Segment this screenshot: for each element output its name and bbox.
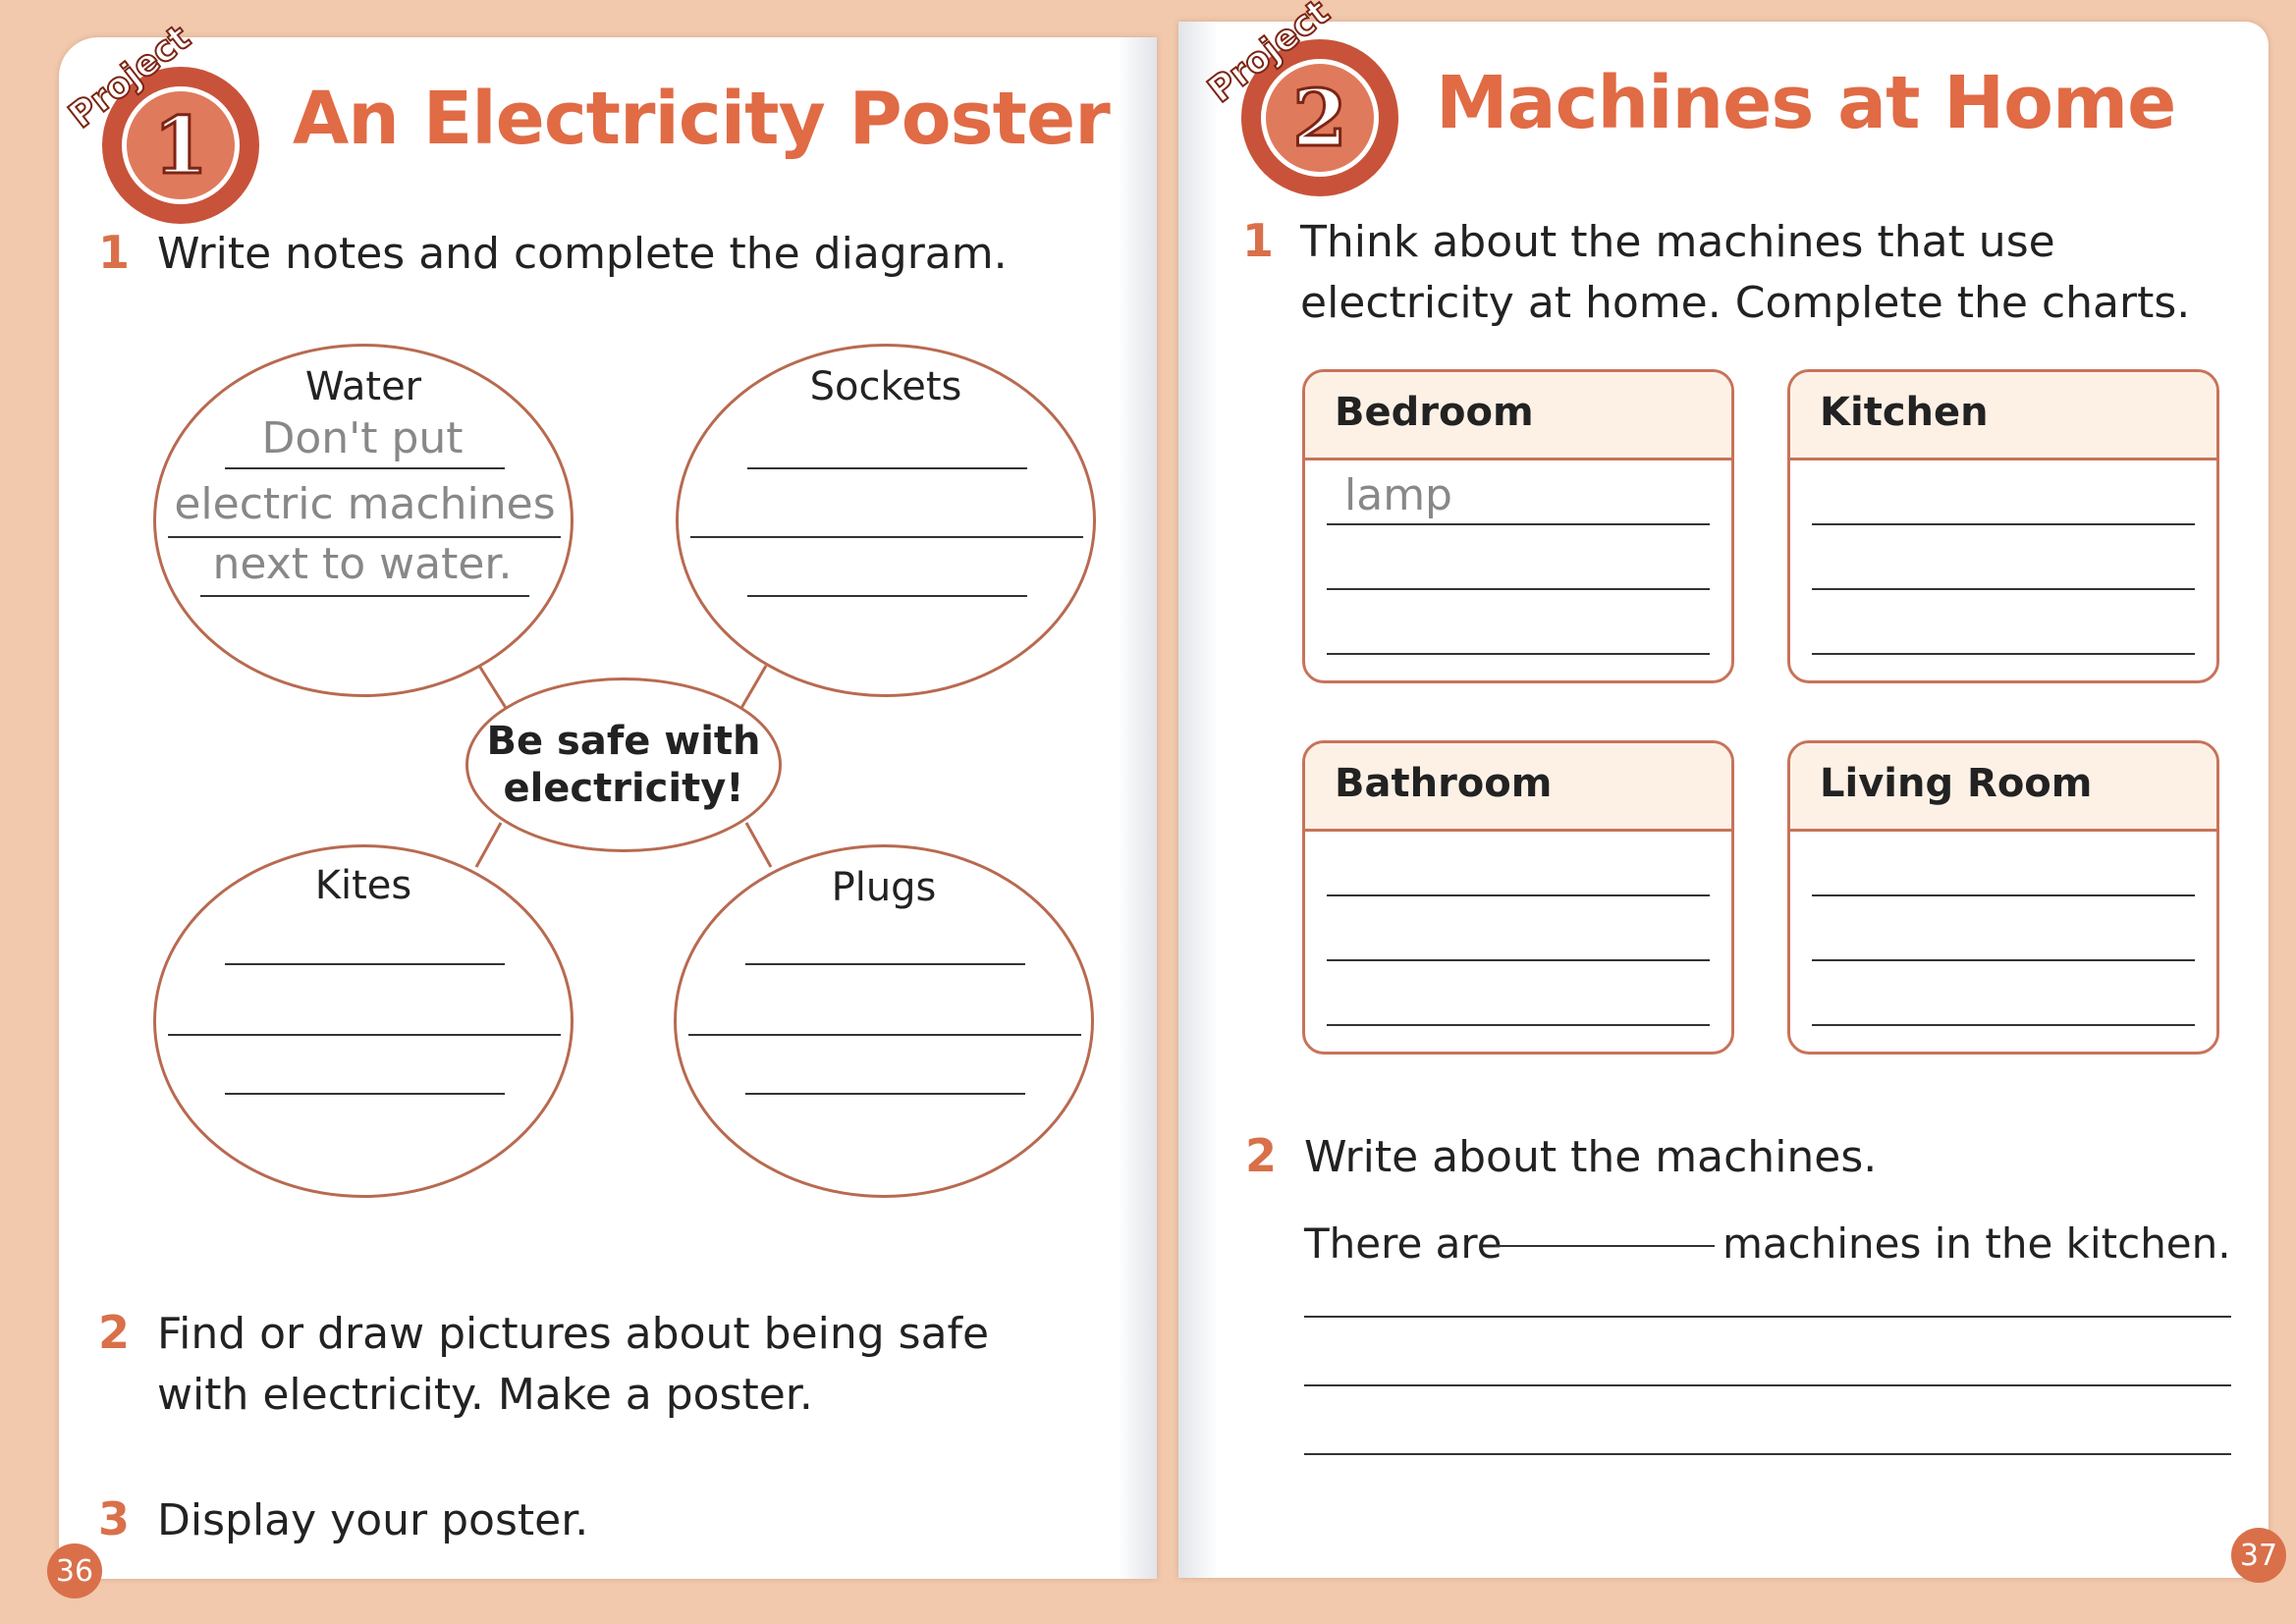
sentence-end: machines in the kitchen. [1722, 1219, 2231, 1268]
page-number: 37 [2231, 1528, 2286, 1583]
writing-line [1327, 523, 1710, 525]
chart-title: Living Room [1790, 743, 2216, 832]
question-2-text: Find or draw pictures about being safe w… [157, 1309, 990, 1420]
connector-plugs [744, 822, 773, 868]
bubble-sockets: Sockets [676, 344, 1096, 697]
writing-line[interactable] [747, 595, 1027, 597]
writing-line [168, 536, 561, 538]
handwritten-note: next to water. [212, 539, 513, 589]
handwritten-note: lamp [1344, 470, 1452, 520]
writing-line[interactable] [688, 1034, 1081, 1036]
connector-water [477, 665, 508, 709]
sentence-start: There are [1304, 1219, 1503, 1268]
writing-line[interactable] [225, 963, 505, 965]
question-2-number: 2 [1245, 1129, 1278, 1182]
bubble-label: Water [304, 364, 422, 409]
writing-line[interactable] [1812, 588, 2195, 590]
bubble-label: Plugs [831, 865, 937, 910]
writing-line[interactable] [1327, 653, 1710, 655]
chart-kitchen: Kitchen [1787, 369, 2219, 683]
writing-line[interactable] [1327, 894, 1710, 896]
handwritten-note: Don't put [261, 413, 464, 463]
project-number: 2 [1291, 72, 1349, 164]
connector-sockets [739, 665, 768, 709]
writing-line [200, 595, 529, 597]
right-page: 2 Project Machines at Home 1 Think about… [1178, 0, 2286, 1583]
writing-line[interactable] [1327, 959, 1710, 961]
bubble-label: Kites [314, 863, 412, 908]
writing-line[interactable] [1812, 1024, 2195, 1026]
question-3-number: 3 [98, 1492, 131, 1545]
center-text: Be safe with electricity! [486, 719, 761, 811]
left-page: 1 Project An Electricity Poster 1 Write … [47, 17, 1157, 1598]
writing-line[interactable] [1812, 523, 2195, 525]
question-2-number: 2 [98, 1306, 131, 1359]
diagram-center: Be safe with electricity! [465, 677, 782, 852]
blank-count[interactable] [1495, 1245, 1715, 1247]
bubble-kites: Kites [153, 844, 574, 1198]
chart-living-room: Living Room [1787, 740, 2219, 1055]
connector-kites [474, 822, 503, 868]
handwritten-note: electric machines [174, 479, 556, 529]
writing-line[interactable] [1327, 588, 1710, 590]
writing-line[interactable] [747, 467, 1027, 469]
page-gutter-shadow [1178, 22, 1218, 1578]
writing-line[interactable] [1304, 1316, 2231, 1318]
chart-title: Bedroom [1305, 372, 1731, 460]
writing-line[interactable] [168, 1034, 561, 1036]
writing-line[interactable] [745, 1093, 1025, 1095]
writing-line[interactable] [745, 963, 1025, 965]
chart-title: Bathroom [1305, 743, 1731, 832]
writing-line[interactable] [225, 1093, 505, 1095]
page-number: 36 [47, 1543, 102, 1598]
question-1-number: 1 [1242, 214, 1275, 267]
writing-line[interactable] [1327, 1024, 1710, 1026]
chart-title: Kitchen [1790, 372, 2216, 460]
chart-bedroom: Bedroom lamp [1302, 369, 1734, 683]
project-2-badge: 2 Project [1200, 0, 1398, 198]
writing-line[interactable] [1812, 959, 2195, 961]
writing-line[interactable] [1304, 1453, 2231, 1455]
page-title: Machines at Home [1436, 61, 2176, 145]
writing-line[interactable] [1812, 653, 2195, 655]
writing-line[interactable] [690, 536, 1083, 538]
bubble-label: Sockets [809, 364, 962, 409]
chart-bathroom: Bathroom [1302, 740, 1734, 1055]
bubble-plugs: Plugs [674, 844, 1094, 1198]
question-3-text: Display your poster. [157, 1495, 589, 1545]
writing-line [225, 467, 505, 469]
bubble-water: Water Don't put electric machines next t… [153, 344, 574, 697]
question-1-text: Think about the machines that use electr… [1300, 217, 2191, 328]
question-2-text: Write about the machines. [1304, 1132, 1878, 1182]
writing-line[interactable] [1812, 894, 2195, 896]
writing-line[interactable] [1304, 1384, 2231, 1386]
badge-inner: 2 [1261, 59, 1379, 177]
